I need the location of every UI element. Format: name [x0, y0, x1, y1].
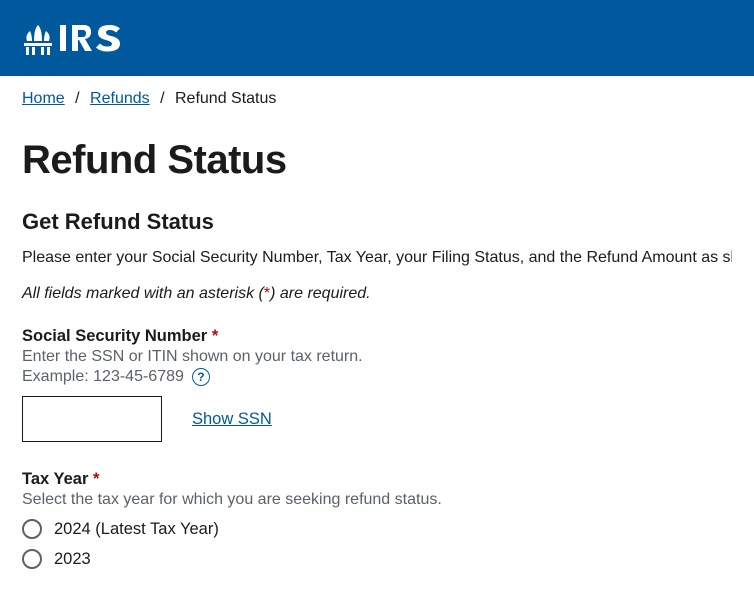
tax-year-option[interactable]: 2024 (Latest Tax Year) [22, 519, 732, 539]
irs-text-icon [58, 21, 126, 55]
required-note: All fields marked with an asterisk (*) a… [22, 285, 732, 303]
ssn-example: Example: 123-45-6789 [22, 368, 184, 386]
page-title: Refund Status [22, 138, 732, 183]
tax-year-label: Tax Year * [22, 470, 732, 489]
breadcrumb-sep: / [160, 90, 164, 107]
radio-label[interactable]: 2023 [54, 550, 91, 569]
irs-logo[interactable] [22, 21, 126, 55]
breadcrumb-current: Refund Status [175, 90, 276, 107]
page-subtitle: Get Refund Status [22, 209, 732, 235]
breadcrumb-home[interactable]: Home [22, 90, 65, 107]
breadcrumb-refunds[interactable]: Refunds [90, 90, 150, 107]
intro-text: Please enter your Social Security Number… [22, 249, 732, 267]
required-asterisk: * [212, 327, 218, 345]
ssn-label: Social Security Number * [22, 327, 732, 346]
main-content: Refund Status Get Refund Status Please e… [0, 138, 754, 569]
required-asterisk: * [93, 470, 99, 488]
ssn-input[interactable] [22, 396, 162, 442]
tax-year-hint: Select the tax year for which you are se… [22, 491, 732, 509]
radio-icon[interactable] [22, 519, 42, 539]
radio-label[interactable]: 2024 (Latest Tax Year) [54, 520, 219, 539]
ssn-field: Social Security Number * Enter the SSN o… [22, 327, 732, 442]
breadcrumb-sep: / [75, 90, 79, 107]
radio-icon[interactable] [22, 549, 42, 569]
tax-year-option[interactable]: 2023 [22, 549, 732, 569]
ssn-hint: Enter the SSN or ITIN shown on your tax … [22, 348, 732, 366]
irs-eagle-icon [22, 21, 54, 55]
site-header [0, 0, 754, 76]
tax-year-field: Tax Year * Select the tax year for which… [22, 470, 732, 569]
show-ssn-link[interactable]: Show SSN [192, 410, 272, 429]
help-icon[interactable]: ? [192, 368, 210, 386]
breadcrumb: Home / Refunds / Refund Status [0, 76, 754, 116]
